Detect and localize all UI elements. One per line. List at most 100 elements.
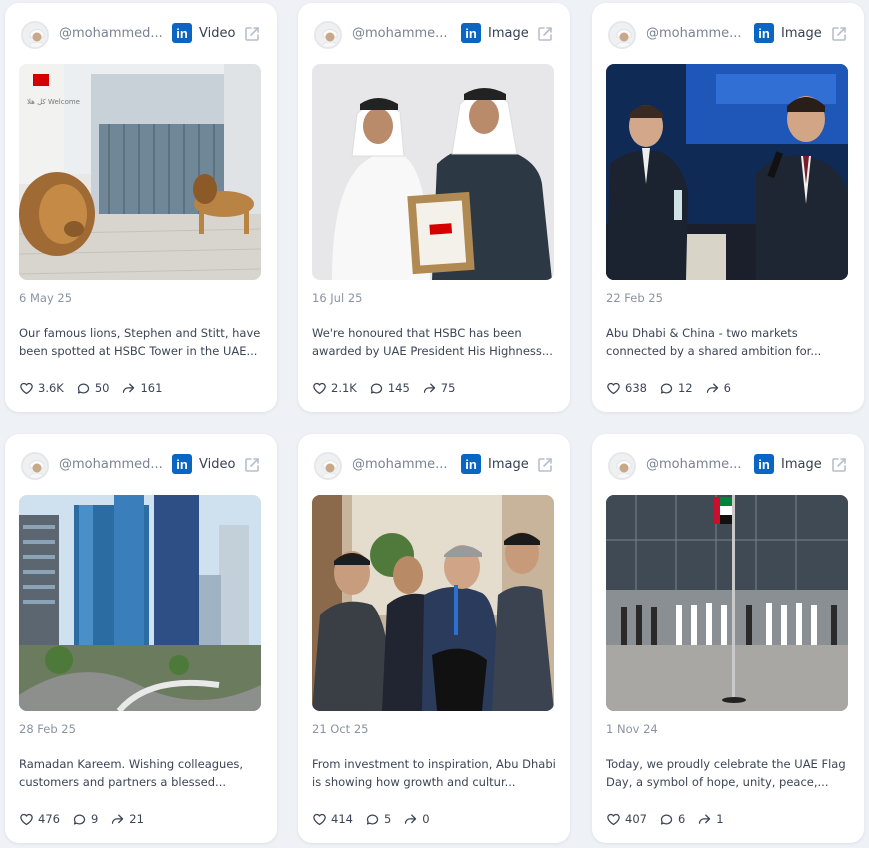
likes-count: 414: [331, 812, 353, 826]
likes-stat: 2.1K: [312, 381, 357, 396]
linkedin-icon: in: [172, 454, 192, 474]
post-card[interactable]: @mohamme... in Image 16 Jul 25 We're hon…: [298, 3, 570, 412]
external-link-icon[interactable]: [243, 25, 261, 43]
likes-count: 2.1K: [331, 381, 357, 395]
post-card[interactable]: @mohamme... in Image 22 Feb 25 Abu Dhabi…: [592, 3, 864, 412]
comments-count: 50: [94, 381, 110, 395]
engagement-stats: 3.6K 50 161: [19, 379, 162, 397]
post-caption: Ramadan Kareem. Wishing colleagues, cust…: [19, 757, 244, 789]
post-image[interactable]: [606, 64, 848, 280]
comment-icon: [370, 383, 382, 393]
post-date: 22 Feb 25: [606, 291, 663, 305]
card-header: @mohamme... in Image: [298, 434, 570, 492]
comments-stat: 12: [659, 381, 693, 396]
linkedin-icon: in: [461, 454, 481, 474]
post-card[interactable]: @mohamme... in Image 1 Nov 24 Today, we …: [592, 434, 864, 843]
comments-stat: 50: [76, 381, 110, 396]
account-handle[interactable]: @mohamme...: [352, 457, 456, 472]
post-caption: We're honoured that HSBC has been awarde…: [312, 326, 553, 358]
card-header: @mohammed... in Video: [5, 434, 277, 492]
account-handle[interactable]: @mohamme...: [352, 26, 456, 41]
engagement-stats: 476 9 21: [19, 810, 144, 828]
shares-stat: 0: [403, 812, 430, 827]
likes-count: 3.6K: [38, 381, 64, 395]
external-link-icon[interactable]: [830, 25, 848, 43]
media-type-label: Video: [199, 457, 236, 472]
likes-count: 638: [625, 381, 647, 395]
comments-count: 12: [677, 381, 693, 395]
media-type-label: Video: [199, 26, 236, 41]
comments-count: 145: [387, 381, 410, 395]
shares-count: 161: [140, 381, 163, 395]
heart-icon: [607, 382, 620, 394]
post-caption: Today, we proudly celebrate the UAE Flag…: [606, 757, 846, 789]
likes-stat: 3.6K: [19, 381, 64, 396]
post-date: 16 Jul 25: [312, 291, 363, 305]
share-icon: [706, 383, 718, 393]
avatar[interactable]: [608, 21, 636, 49]
likes-stat: 476: [19, 812, 60, 827]
linkedin-icon: in: [461, 23, 481, 43]
external-link-icon[interactable]: [536, 25, 554, 43]
heart-icon: [313, 813, 326, 825]
engagement-stats: 638 12 6: [606, 379, 731, 397]
comment-icon: [366, 814, 379, 824]
linkedin-icon: in: [754, 454, 774, 474]
heart-icon: [607, 813, 620, 825]
card-header: @mohamme... in Image: [592, 3, 864, 61]
account-handle[interactable]: @mohammed...: [59, 457, 163, 472]
comments-count: 6: [677, 812, 686, 826]
post-date: 1 Nov 24: [606, 722, 658, 736]
media-type-label: Image: [781, 26, 822, 41]
post-image[interactable]: كل هلا Welcome: [19, 64, 261, 280]
avatar[interactable]: [608, 452, 636, 480]
linkedin-icon: in: [754, 23, 774, 43]
post-image[interactable]: [606, 495, 848, 711]
media-type-label: Image: [781, 457, 822, 472]
account-handle[interactable]: @mohammed...: [59, 26, 163, 41]
share-icon: [699, 814, 711, 824]
shares-count: 75: [440, 381, 456, 395]
avatar[interactable]: [314, 452, 342, 480]
account-handle[interactable]: @mohamme...: [646, 26, 750, 41]
shares-stat: 1: [697, 812, 724, 827]
post-image[interactable]: [312, 64, 554, 280]
post-card[interactable]: @mohammed... in Video كل هلا Welcome 6 M…: [5, 3, 277, 412]
likes-count: 476: [38, 812, 60, 826]
shares-stat: 75: [422, 381, 456, 396]
comments-count: 9: [90, 812, 99, 826]
external-link-icon[interactable]: [243, 456, 261, 474]
external-link-icon[interactable]: [830, 456, 848, 474]
post-image[interactable]: [19, 495, 261, 711]
card-header: @mohamme... in Image: [592, 434, 864, 492]
heart-icon: [313, 382, 326, 394]
shares-count: 1: [716, 812, 724, 826]
likes-count: 407: [625, 812, 647, 826]
post-card[interactable]: @mohamme... in Image 21 Oct 25 From inve…: [298, 434, 570, 843]
shares-stat: 6: [705, 381, 731, 396]
card-header: @mohammed... in Video: [5, 3, 277, 61]
engagement-stats: 407 6 1: [606, 810, 724, 828]
avatar[interactable]: [314, 21, 342, 49]
likes-stat: 407: [606, 812, 647, 827]
share-icon: [123, 383, 135, 393]
post-image[interactable]: [312, 495, 554, 711]
shares-stat: 21: [110, 812, 144, 827]
shares-count: 21: [129, 812, 144, 826]
engagement-stats: 2.1K 145 75: [312, 379, 455, 397]
avatar[interactable]: [21, 452, 49, 480]
avatar[interactable]: [21, 21, 49, 49]
account-handle[interactable]: @mohamme...: [646, 457, 750, 472]
external-link-icon[interactable]: [536, 456, 554, 474]
heart-icon: [20, 382, 33, 394]
linkedin-icon: in: [172, 23, 192, 43]
shares-count: 6: [723, 381, 731, 395]
comment-icon: [77, 383, 89, 393]
post-card[interactable]: @mohammed... in Video 28 Feb 25 Ramadan …: [5, 434, 277, 843]
likes-stat: 638: [606, 381, 647, 396]
comment-icon: [73, 814, 86, 824]
comments-count: 5: [383, 812, 392, 826]
engagement-stats: 414 5 0: [312, 810, 430, 828]
shares-count: 0: [422, 812, 430, 826]
post-date: 28 Feb 25: [19, 722, 76, 736]
